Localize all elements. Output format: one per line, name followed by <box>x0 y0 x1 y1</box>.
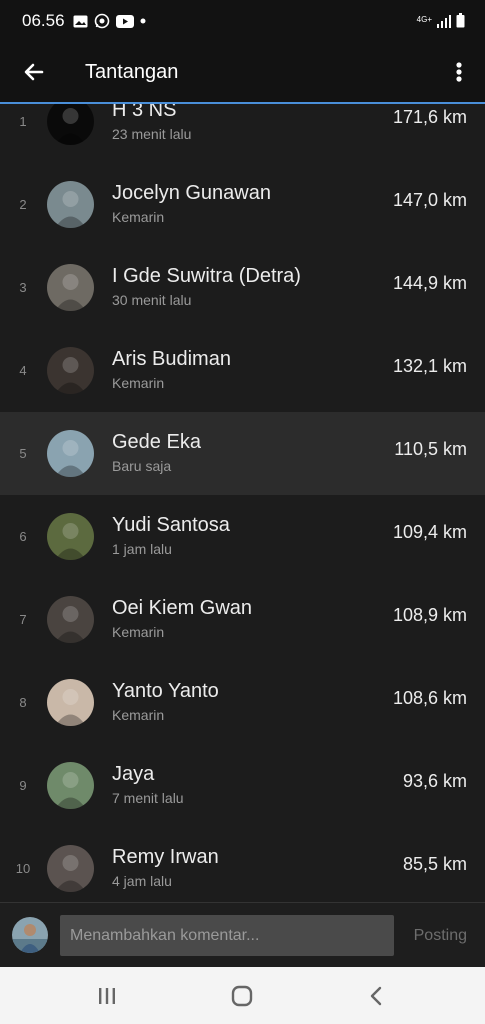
leaderboard-row[interactable]: 6 Yudi Santosa 1 jam lalu 109,4 km <box>0 495 485 578</box>
rank-number: 8 <box>19 695 27 710</box>
back-nav-icon[interactable] <box>364 983 390 1009</box>
signal-icon <box>437 15 451 28</box>
back-arrow-icon[interactable] <box>20 58 48 86</box>
leaderboard-row[interactable]: 7 Oei Kiem Gwan Kemarin 108,9 km <box>0 578 485 661</box>
athlete-name: Jocelyn Gunawan <box>112 182 271 204</box>
avatar[interactable] <box>47 104 94 145</box>
distance-value: 108,9 km <box>392 605 467 625</box>
app-bar: Tantangan <box>0 42 485 104</box>
leaderboard-row[interactable]: 8 Yanto Yanto Kemarin 108,6 km <box>0 661 485 744</box>
leaderboard-list[interactable]: 1 H 3 NS 23 menit lalu 171,6 km 2 Jocelyn Gun… <box>0 104 485 902</box>
comment-bar: Posting <box>0 902 485 968</box>
athlete-name: Gede Eka <box>112 431 201 453</box>
network-type: 4G+ <box>416 15 432 24</box>
navigation-bar <box>0 967 485 1024</box>
avatar[interactable] <box>47 430 94 477</box>
rank-number: 10 <box>15 861 31 876</box>
status-time: 06.56 <box>22 11 65 30</box>
leaderboard-row[interactable]: 5 Gede Eka Baru saja 110,5 km <box>0 412 485 495</box>
activity-time: 4 jam lalu <box>112 873 172 889</box>
leaderboard-row[interactable]: 2 Jocelyn Gunawan Kemarin 147,0 km <box>0 163 485 246</box>
activity-time: Kemarin <box>112 209 165 225</box>
activity-time: 7 menit lalu <box>112 790 184 806</box>
avatar[interactable] <box>47 264 94 311</box>
rank-number: 7 <box>19 612 27 627</box>
avatar[interactable] <box>47 679 94 726</box>
rank-number: 2 <box>19 197 27 212</box>
youtube-icon <box>115 14 134 28</box>
more-vert-icon[interactable] <box>449 58 469 86</box>
distance-value: 147,0 km <box>392 190 467 210</box>
athlete-name: Yudi Santosa <box>112 514 230 536</box>
notification-icons <box>73 13 146 29</box>
distance-value: 108,6 km <box>392 688 467 708</box>
leaderboard-row[interactable]: 10 Remy Irwan 4 jam lalu 85,5 km <box>0 827 485 902</box>
rank-number: 6 <box>19 529 27 544</box>
recent-apps-icon[interactable] <box>94 983 120 1009</box>
gallery-icon <box>73 15 88 27</box>
athlete-name: H 3 NS <box>112 104 177 121</box>
leaderboard-row[interactable]: 9 Jaya 7 menit lalu 93,6 km <box>0 744 485 827</box>
page-title: Tantangan <box>85 61 179 83</box>
activity-time: 30 menit lalu <box>112 292 192 308</box>
athlete-name: Yanto Yanto <box>112 680 219 702</box>
rank-number: 1 <box>19 114 27 129</box>
avatar[interactable] <box>47 513 94 560</box>
distance-value: 110,5 km <box>394 439 467 459</box>
avatar[interactable] <box>47 181 94 228</box>
activity-time: 1 jam lalu <box>112 541 172 557</box>
distance-value: 144,9 km <box>392 273 467 293</box>
distance-value: 109,4 km <box>392 522 467 542</box>
whatsapp-icon <box>94 13 109 29</box>
activity-time: Kemarin <box>112 624 165 640</box>
athlete-name: Oei Kiem Gwan <box>112 597 253 619</box>
athlete-name: Aris Budiman <box>112 348 231 370</box>
home-icon[interactable] <box>229 983 255 1009</box>
activity-time: Kemarin <box>112 375 165 391</box>
system-icons: 4G+ <box>417 13 465 28</box>
distance-value: 85,5 km <box>402 854 467 874</box>
athlete-name: Jaya <box>112 763 155 785</box>
avatar[interactable] <box>47 347 94 394</box>
rank-number: 5 <box>19 446 27 461</box>
activity-time: 23 menit lalu <box>112 126 192 142</box>
rank-number: 3 <box>19 280 27 295</box>
athlete-name: I Gde Suwitra (Detra) <box>112 265 301 287</box>
avatar[interactable] <box>47 845 94 892</box>
leaderboard-row[interactable]: 1 H 3 NS 23 menit lalu 171,6 km <box>0 104 485 163</box>
athlete-name: Remy Irwan <box>112 846 219 868</box>
distance-value: 171,6 km <box>392 107 467 127</box>
avatar[interactable] <box>47 762 94 809</box>
leaderboard-row[interactable]: 3 I Gde Suwitra (Detra) 30 menit lalu 144,9… <box>0 246 485 329</box>
post-button[interactable]: Posting <box>414 927 467 945</box>
status-bar: 06.56 4G+ <box>0 0 485 42</box>
leaderboard-row[interactable]: 4 Aris Budiman Kemarin 132,1 km <box>0 329 485 412</box>
avatar[interactable] <box>47 596 94 643</box>
comment-input[interactable] <box>60 915 394 956</box>
activity-time: Kemarin <box>112 707 165 723</box>
rank-number: 4 <box>19 363 27 378</box>
current-user-avatar <box>12 917 48 953</box>
distance-value: 132,1 km <box>392 356 467 376</box>
rank-number: 9 <box>19 778 27 793</box>
battery-icon <box>456 13 465 28</box>
activity-time: Baru saja <box>112 458 172 474</box>
distance-value: 93,6 km <box>402 771 467 791</box>
dot-icon <box>140 18 146 24</box>
